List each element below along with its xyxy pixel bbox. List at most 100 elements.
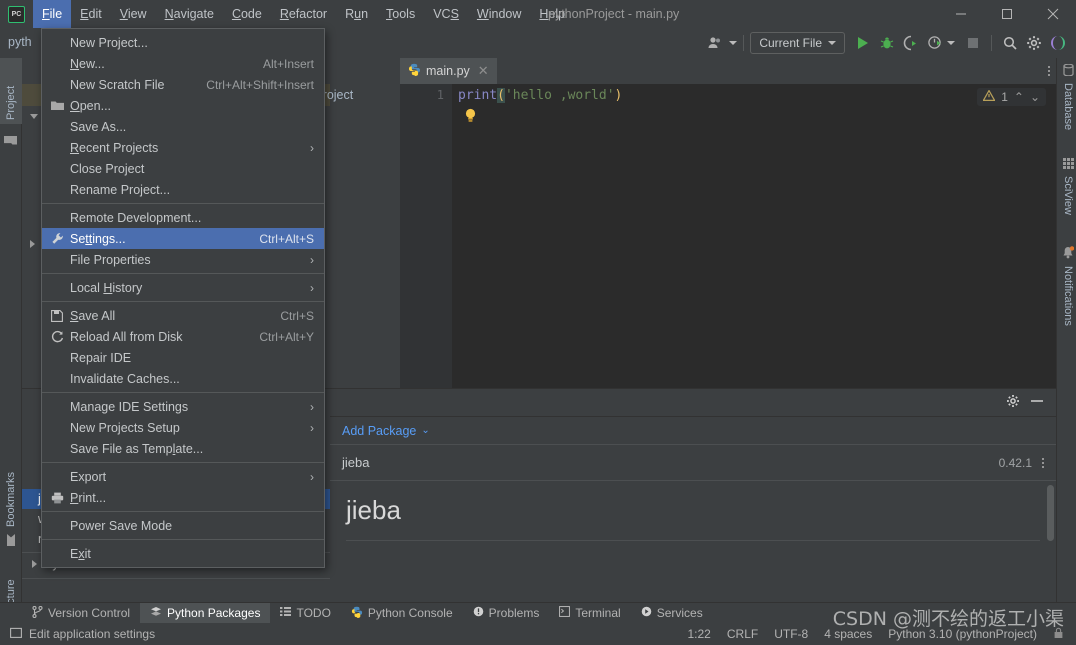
- menu-item-local-history[interactable]: Local History ›: [42, 277, 324, 298]
- settings-gear-icon[interactable]: [1022, 31, 1046, 55]
- menu-window[interactable]: Window: [468, 0, 530, 28]
- menu-item-reload-all-from-disk[interactable]: Reload All from Disk Ctrl+Alt+Y: [42, 326, 324, 347]
- chevron-right-icon: ›: [310, 399, 314, 414]
- close-icon[interactable]: [1030, 0, 1076, 28]
- run-configuration-selector[interactable]: Current File: [750, 32, 845, 54]
- tab-version-control[interactable]: Version Control: [22, 603, 140, 624]
- line-separator[interactable]: CRLF: [727, 627, 758, 641]
- menu-item-accelerator: Ctrl+Alt+S: [259, 231, 314, 246]
- account-icon[interactable]: [703, 31, 727, 55]
- menu-view[interactable]: View: [111, 0, 156, 28]
- run-configuration-label: Current File: [759, 36, 822, 50]
- menu-item-settings[interactable]: Settings... Ctrl+Alt+S: [42, 228, 324, 249]
- add-package-button[interactable]: Add Package ⌄: [342, 424, 430, 438]
- folder-icon[interactable]: [0, 130, 22, 152]
- menu-navigate[interactable]: Navigate: [156, 0, 223, 28]
- maximize-icon[interactable]: [984, 0, 1030, 28]
- profile-icon[interactable]: [923, 31, 947, 55]
- close-icon[interactable]: ✕: [478, 63, 489, 79]
- menu-edit[interactable]: Edit: [71, 0, 111, 28]
- file-encoding[interactable]: UTF-8: [774, 627, 808, 641]
- menu-file[interactable]: File: [33, 0, 72, 28]
- sidebar-item-project[interactable]: Project: [0, 58, 22, 124]
- menu-item-label: Save As...: [70, 119, 127, 134]
- menu-item-open[interactable]: Open...: [42, 95, 324, 116]
- tab-label: Python Console: [367, 606, 453, 620]
- account-chevron-down-icon[interactable]: [729, 41, 738, 45]
- menu-separator-2: [42, 273, 324, 274]
- minimize-icon[interactable]: [938, 0, 984, 28]
- python-packages-panel: Add Package ⌄ jieba 0.42.1 jieba: [330, 388, 1056, 602]
- package-detail: jieba: [330, 481, 1056, 599]
- menu-item-new-projects-setup[interactable]: New Projects Setup ›: [42, 417, 324, 438]
- more-options-icon[interactable]: [1048, 66, 1050, 76]
- ai-assistant-icon[interactable]: [1046, 31, 1070, 55]
- menu-item-label: Export: [70, 469, 107, 484]
- lightbulb-icon[interactable]: [464, 108, 477, 127]
- menu-item-new-project[interactable]: New Project...: [42, 32, 324, 53]
- caret-position[interactable]: 1:22: [688, 627, 711, 641]
- code-editor[interactable]: 1 print('hello ,world') 1 ⌃ ⌄: [400, 84, 1056, 388]
- menu-item-save-file-as-template[interactable]: Save File as Template...: [42, 438, 324, 459]
- package-row-jieba[interactable]: jieba 0.42.1: [330, 445, 1056, 481]
- run-coverage-icon[interactable]: [899, 31, 923, 55]
- chevron-down-icon: [30, 113, 38, 119]
- sidebar-item-database[interactable]: Database: [1057, 60, 1076, 146]
- detail-scrollbar[interactable]: [1047, 485, 1054, 541]
- menu-item-label: Manage IDE Settings: [70, 399, 189, 414]
- chevron-down-icon[interactable]: ⌄: [1030, 90, 1040, 104]
- menu-item-export[interactable]: Export ›: [42, 466, 324, 487]
- menu-item-rename-project[interactable]: Rename Project...: [42, 179, 324, 200]
- code-token-open-paren: (: [497, 88, 505, 103]
- menu-item-accelerator: Ctrl+S: [280, 308, 314, 323]
- menu-item-power-save-mode[interactable]: Power Save Mode: [42, 515, 324, 536]
- tab-label: TODO: [296, 606, 331, 620]
- menu-item-recent-projects[interactable]: Recent Projects ›: [42, 137, 324, 158]
- debug-icon[interactable]: [875, 31, 899, 55]
- menu-run[interactable]: Run: [336, 0, 377, 28]
- search-icon[interactable]: [998, 31, 1022, 55]
- menu-item-new[interactable]: New... Alt+Insert: [42, 53, 324, 74]
- tab-terminal[interactable]: Terminal: [549, 603, 630, 624]
- pycharm-logo-icon: PC: [8, 5, 25, 23]
- tab-problems[interactable]: Problems: [463, 603, 550, 624]
- menu-item-save-all[interactable]: Save All Ctrl+S: [42, 305, 324, 326]
- detail-divider: [346, 540, 1040, 541]
- tab-todo[interactable]: TODO: [270, 603, 340, 624]
- menu-item-close-project[interactable]: Close Project: [42, 158, 324, 179]
- sidebar-item-sciview[interactable]: SciView: [1057, 154, 1076, 234]
- menu-item-invalidate-caches[interactable]: Invalidate Caches...: [42, 368, 324, 389]
- code-line-1: print('hello ,world'): [458, 88, 622, 103]
- menu-item-label: Power Save Mode: [70, 518, 173, 533]
- menu-tools[interactable]: Tools: [377, 0, 424, 28]
- editor-tab-main-py[interactable]: main.py ✕: [400, 58, 497, 84]
- menu-item-print[interactable]: Print...: [42, 487, 324, 508]
- menu-item-save-as[interactable]: Save As...: [42, 116, 324, 137]
- ide-message-icon[interactable]: [10, 627, 22, 642]
- tab-services[interactable]: Services: [631, 603, 713, 624]
- chevron-up-icon[interactable]: ⌃: [1014, 90, 1024, 104]
- sidebar-item-bookmarks[interactable]: Bookmarks: [0, 458, 22, 550]
- tab-python-console[interactable]: Python Console: [341, 603, 463, 624]
- menu-code[interactable]: Code: [223, 0, 271, 28]
- sidebar-item-notifications[interactable]: Notifications: [1057, 242, 1076, 348]
- right-tool-strip: Database SciView Notifications: [1056, 58, 1076, 618]
- menu-item-file-properties[interactable]: File Properties ›: [42, 249, 324, 270]
- status-message[interactable]: Edit application settings: [29, 627, 155, 641]
- more-options-icon[interactable]: [1042, 457, 1044, 468]
- menu-item-manage-ide-settings[interactable]: Manage IDE Settings ›: [42, 396, 324, 417]
- menu-item-new-scratch-file[interactable]: New Scratch File Ctrl+Alt+Shift+Insert: [42, 74, 324, 95]
- tab-python-packages[interactable]: Python Packages: [140, 602, 271, 624]
- menu-refactor[interactable]: Refactor: [271, 0, 336, 28]
- menu-vcs[interactable]: VCS: [424, 0, 468, 28]
- menu-item-exit[interactable]: Exit: [42, 543, 324, 564]
- inspection-status-widget[interactable]: 1 ⌃ ⌄: [977, 88, 1046, 106]
- profile-chevron-down-icon[interactable]: [947, 41, 955, 45]
- menu-item-remote-development[interactable]: Remote Development...: [42, 207, 324, 228]
- hide-icon[interactable]: [1030, 394, 1044, 411]
- toolbar-divider: [743, 35, 745, 51]
- run-icon[interactable]: [851, 31, 875, 55]
- python-file-icon: [408, 63, 421, 79]
- settings-gear-icon[interactable]: [1006, 394, 1020, 411]
- menu-item-repair-ide[interactable]: Repair IDE: [42, 347, 324, 368]
